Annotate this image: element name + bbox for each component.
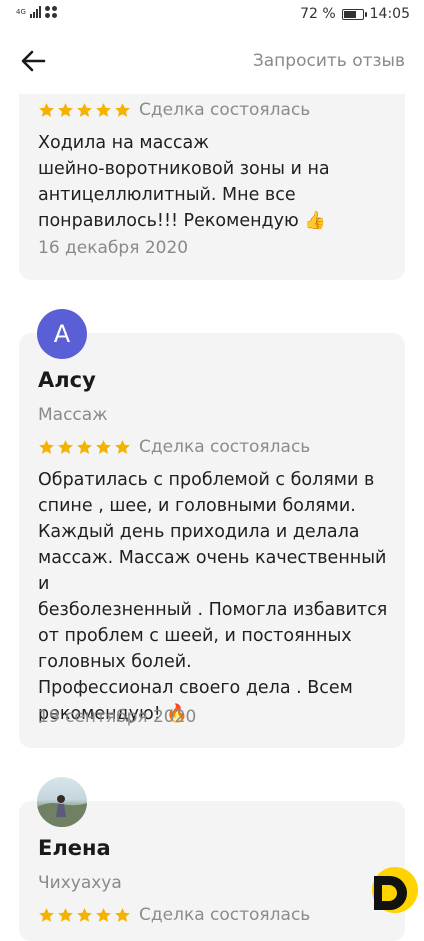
- deal-status: Сделка состоялась: [139, 100, 311, 120]
- review-card: Сделка состоялась Ходила на массаж шейно…: [19, 68, 405, 280]
- star-icon: [77, 102, 92, 117]
- status-bar-right: 72 % 14:05: [300, 6, 410, 22]
- rating-stars: [38, 102, 131, 119]
- battery-icon: [341, 8, 367, 20]
- star-icon: [39, 102, 54, 117]
- rating-stars: [38, 907, 131, 924]
- avatar: А: [37, 309, 87, 359]
- star-icon: [77, 439, 92, 454]
- review-text: Ходила на массаж шейно-воротниковой зоны…: [38, 133, 330, 231]
- deal-status: Сделка состоялась: [139, 437, 311, 457]
- rating-stars: [38, 439, 131, 456]
- avatar-letter: А: [53, 320, 71, 348]
- back-button[interactable]: [20, 50, 46, 72]
- status-bar: 4G 72 % 14:05: [0, 0, 424, 30]
- star-icon: [58, 907, 73, 922]
- review-author: Алсу: [38, 368, 96, 392]
- brand-logo-icon: [372, 867, 418, 913]
- profile-photo-icon: [37, 795, 87, 827]
- star-icon: [115, 439, 130, 454]
- star-icon: [115, 102, 130, 117]
- star-icon: [58, 439, 73, 454]
- status-bar-left: 4G: [16, 6, 57, 18]
- star-icon: [58, 102, 73, 117]
- chat-button[interactable]: [368, 864, 418, 916]
- star-icon: [96, 439, 111, 454]
- clock: 14:05: [369, 6, 410, 22]
- review-text: Обратилась с проблемой с болями в спине …: [38, 470, 388, 724]
- review-date: 19 сентября 2020: [38, 707, 197, 727]
- review-rating: Сделка состоялась: [38, 437, 310, 457]
- review-rating: Сделка состоялась: [38, 100, 310, 120]
- signal-icon: [29, 6, 41, 18]
- review-card: А Алсу Массаж Сделка состоялась Обратила…: [19, 309, 405, 748]
- review-service: Массаж: [38, 405, 108, 425]
- star-icon: [39, 907, 54, 922]
- star-icon: [39, 439, 54, 454]
- star-icon: [115, 907, 130, 922]
- review-author: Елена: [38, 836, 111, 860]
- notification-dots-icon: [44, 6, 57, 18]
- network-label: 4G: [16, 7, 26, 16]
- review-card: Елена Чихуахуа Сделка состоялась: [19, 777, 405, 941]
- review-date: 16 декабря 2020: [38, 238, 189, 258]
- deal-status: Сделка состоялась: [139, 905, 311, 925]
- star-icon: [96, 907, 111, 922]
- request-review-link[interactable]: Запросить отзыв: [253, 51, 405, 71]
- star-icon: [77, 907, 92, 922]
- star-icon: [96, 102, 111, 117]
- review-rating: Сделка состоялась: [38, 905, 310, 925]
- review-service: Чихуахуа: [38, 873, 122, 893]
- battery-percent: 72 %: [300, 6, 336, 22]
- avatar: [37, 777, 87, 827]
- network-type-indicator: 4G: [16, 7, 26, 16]
